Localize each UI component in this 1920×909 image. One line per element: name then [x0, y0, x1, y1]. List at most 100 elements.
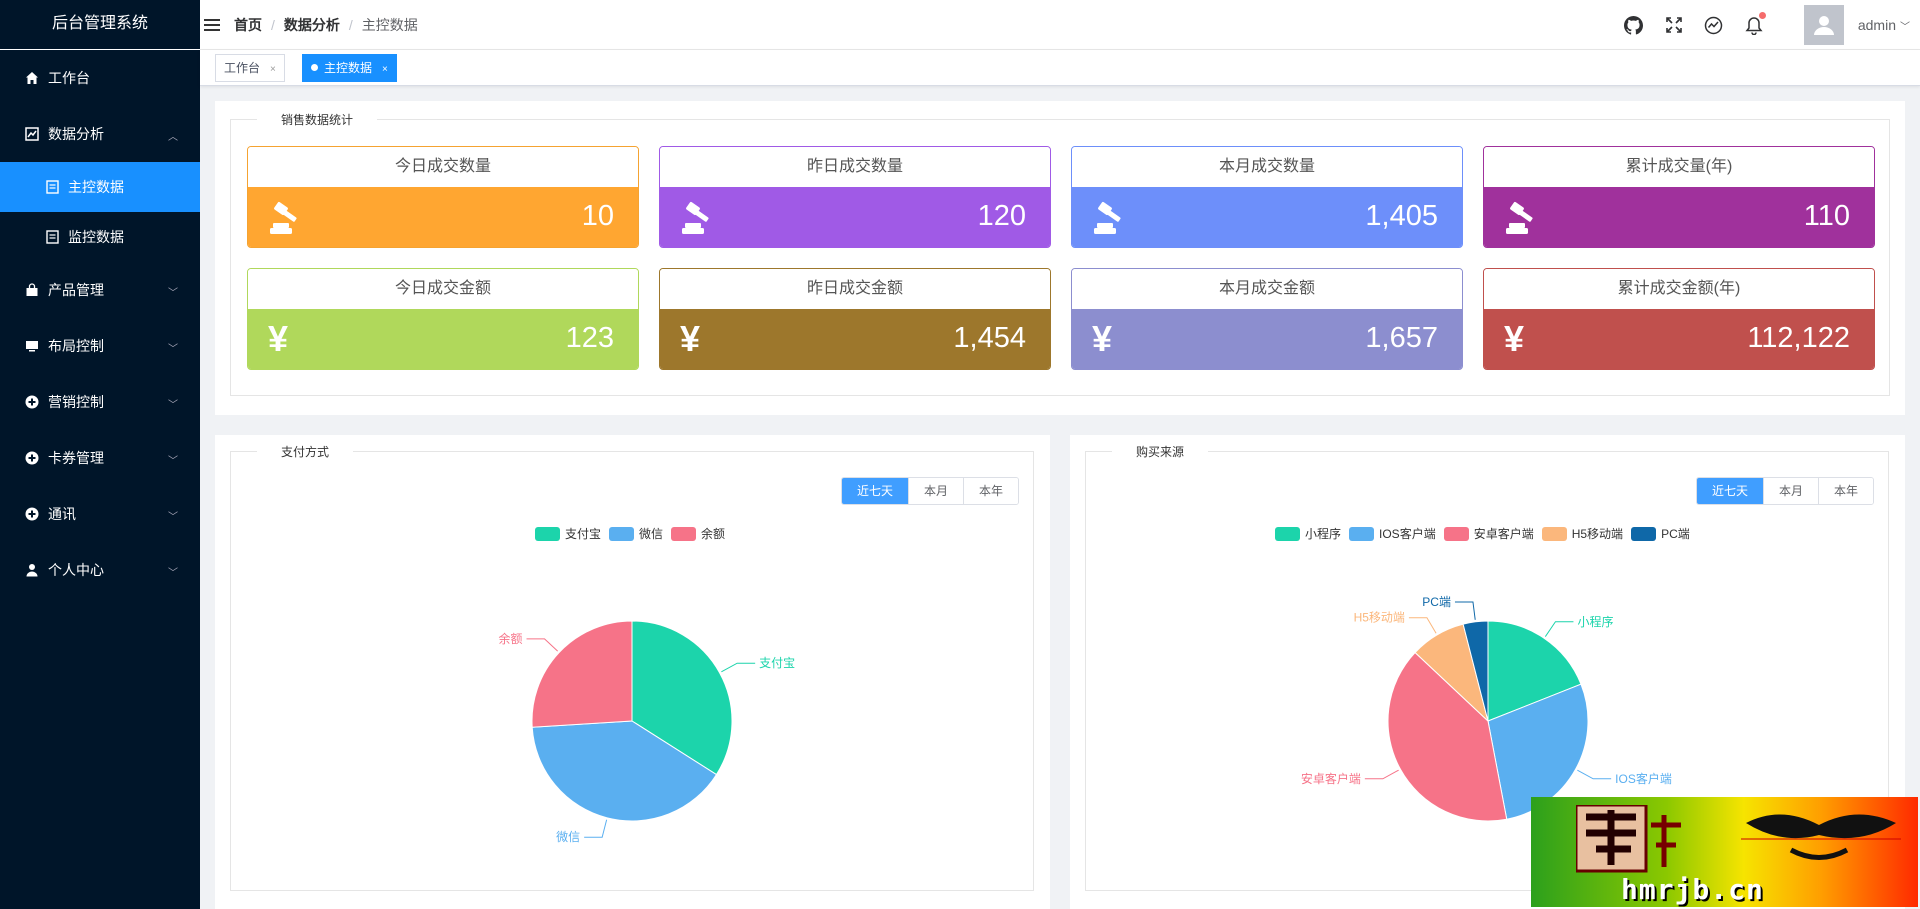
sidebar-item-workbench[interactable]: 工作台: [0, 50, 200, 106]
stat-card: 昨日成交金额 ¥1,454: [659, 268, 1051, 370]
pie-label: 余额: [499, 631, 523, 646]
top-header: 首页 / 数据分析 / 主控数据 admin ﹀: [200, 0, 1920, 50]
sidebar: 后台管理系统 工作台 数据分析 ︿ 主控数据 监控数据 产品管理 ﹀ 布局控制 …: [0, 0, 200, 909]
yen-icon: ¥: [1504, 318, 1525, 359]
close-icon[interactable]: ×: [382, 64, 388, 75]
monitor-icon: [24, 338, 40, 354]
pie-label-line: [721, 662, 756, 673]
pie-label: 小程序: [1577, 614, 1613, 629]
app-title: 后台管理系统: [0, 0, 200, 50]
trend-chart-icon[interactable]: [1704, 15, 1724, 35]
sidebar-item-products[interactable]: 产品管理 ﹀: [0, 262, 200, 318]
stat-card: 本月成交金额 ¥1,657: [1071, 268, 1463, 370]
sales-legend: 销售数据统计: [257, 111, 378, 129]
stat-card-value: 120: [977, 200, 1026, 232]
stat-card: 累计成交金额(年) ¥112,122: [1483, 268, 1875, 370]
stat-card-value: 1,454: [953, 322, 1026, 354]
sales-panel: 销售数据统计 今日成交数量 10 昨日成交数量 120 本月成交数量 1,405 累计成交量…: [215, 101, 1905, 415]
sidebar-item-profile[interactable]: 个人中心 ﹀: [0, 542, 200, 598]
chevron-down-icon: ﹀: [168, 288, 178, 299]
pie-label-line: [1577, 769, 1612, 780]
stat-card-body: ¥1,657: [1072, 309, 1462, 369]
yen-icon: ¥: [680, 318, 701, 359]
sidebar-item-messaging[interactable]: 通讯 ﹀: [0, 486, 200, 542]
sidebar-item-label: 数据分析: [48, 126, 104, 142]
pie-label-line: [584, 819, 608, 838]
tab-main-data[interactable]: 主控数据 ×: [302, 54, 397, 82]
pie-label: PC端: [1422, 595, 1451, 609]
home-icon: [24, 70, 40, 86]
document-icon: [44, 179, 60, 195]
sidebar-subitem-main-data[interactable]: 主控数据: [0, 162, 200, 212]
pie-label: 安卓客户端: [1301, 771, 1361, 786]
plus-circle-icon: [24, 506, 40, 522]
watermark-text: hmrjb.cn: [1621, 873, 1764, 906]
avatar[interactable]: [1803, 5, 1844, 45]
sidebar-item-marketing[interactable]: 营销控制 ﹀: [0, 374, 200, 430]
hamburger-icon[interactable]: [204, 18, 220, 31]
pie-label-line: [1364, 769, 1399, 780]
pie-label: IOS客户端: [1615, 771, 1672, 786]
stat-card-value: 112,122: [1747, 322, 1850, 354]
sidebar-item-label: 主控数据: [68, 179, 124, 195]
watermark-logo: hmrjb.cn: [1531, 797, 1918, 907]
tab-label: 主控数据: [324, 61, 373, 75]
user-icon: [24, 562, 40, 578]
sidebar-item-label: 卡券管理: [48, 450, 104, 466]
yen-icon: ¥: [1092, 318, 1113, 359]
github-icon[interactable]: [1624, 15, 1644, 35]
breadcrumb-home[interactable]: 首页: [234, 15, 262, 35]
pie-slice[interactable]: [531, 620, 633, 728]
breadcrumb-separator: /: [271, 16, 275, 33]
tags-view-bar: 工作台 × 主控数据 ×: [200, 50, 1920, 86]
stat-card: 累计成交量(年) 110: [1483, 146, 1875, 248]
sidebar-item-label: 通讯: [48, 506, 76, 522]
notification-bell-icon[interactable]: [1744, 12, 1766, 35]
stat-card-body: ¥123: [248, 309, 638, 369]
sidebar-item-label: 布局控制: [48, 338, 104, 354]
sidebar-item-label: 产品管理: [48, 282, 104, 298]
tab-workbench[interactable]: 工作台 ×: [215, 54, 285, 82]
username[interactable]: admin: [1858, 17, 1896, 33]
stat-card: 本月成交数量 1,405: [1071, 146, 1463, 248]
chevron-down-icon: ﹀: [168, 568, 178, 579]
stat-card-body: 1,405: [1072, 187, 1462, 247]
stat-card: 今日成交数量 10: [247, 146, 639, 248]
stat-card-value: 1,405: [1365, 200, 1438, 232]
sidebar-subitem-monitor-data[interactable]: 监控数据: [0, 212, 200, 262]
stat-card-body: 120: [660, 187, 1050, 247]
pie-label-line: [1454, 601, 1476, 620]
yen-icon: ¥: [268, 318, 289, 359]
stat-card-body: 110: [1484, 187, 1874, 247]
sidebar-item-label: 工作台: [48, 70, 90, 86]
chevron-down-icon: ﹀: [168, 512, 178, 523]
stat-card-value: 123: [565, 322, 614, 354]
bag-icon: [24, 282, 40, 298]
breadcrumb-data-analysis[interactable]: 数据分析: [284, 15, 340, 35]
stat-card-title: 昨日成交数量: [660, 147, 1050, 187]
close-icon[interactable]: ×: [270, 64, 276, 75]
sidebar-item-data-analysis[interactable]: 数据分析 ︿: [0, 106, 200, 162]
sidebar-item-label: 监控数据: [68, 229, 124, 245]
chevron-down-icon: ﹀: [168, 456, 178, 467]
chevron-down-icon: ﹀: [168, 344, 178, 355]
stat-card-body: 10: [248, 187, 638, 247]
stat-card-body: ¥112,122: [1484, 309, 1874, 369]
chevron-down-icon[interactable]: ﹀: [1900, 18, 1910, 33]
pie-label: 支付宝: [759, 656, 795, 670]
plus-circle-icon: [24, 450, 40, 466]
stat-card-title: 本月成交金额: [1072, 269, 1462, 309]
sidebar-item-coupons[interactable]: 卡券管理 ﹀: [0, 430, 200, 486]
stat-card-title: 今日成交金额: [248, 269, 638, 309]
chevron-down-icon: ﹀: [168, 400, 178, 411]
stat-card: 今日成交金额 ¥123: [247, 268, 639, 370]
stat-card-title: 今日成交数量: [248, 147, 638, 187]
chevron-up-icon: ︿: [168, 132, 178, 143]
pie-label: 微信: [556, 830, 580, 844]
document-icon: [44, 229, 60, 245]
stat-card-body: ¥1,454: [660, 309, 1050, 369]
payment-pie-chart[interactable]: 支付宝微信 余额: [215, 435, 1050, 909]
sidebar-item-layout[interactable]: 布局控制 ﹀: [0, 318, 200, 374]
fullscreen-icon[interactable]: [1664, 15, 1684, 35]
stat-card-title: 累计成交量(年): [1484, 147, 1874, 187]
